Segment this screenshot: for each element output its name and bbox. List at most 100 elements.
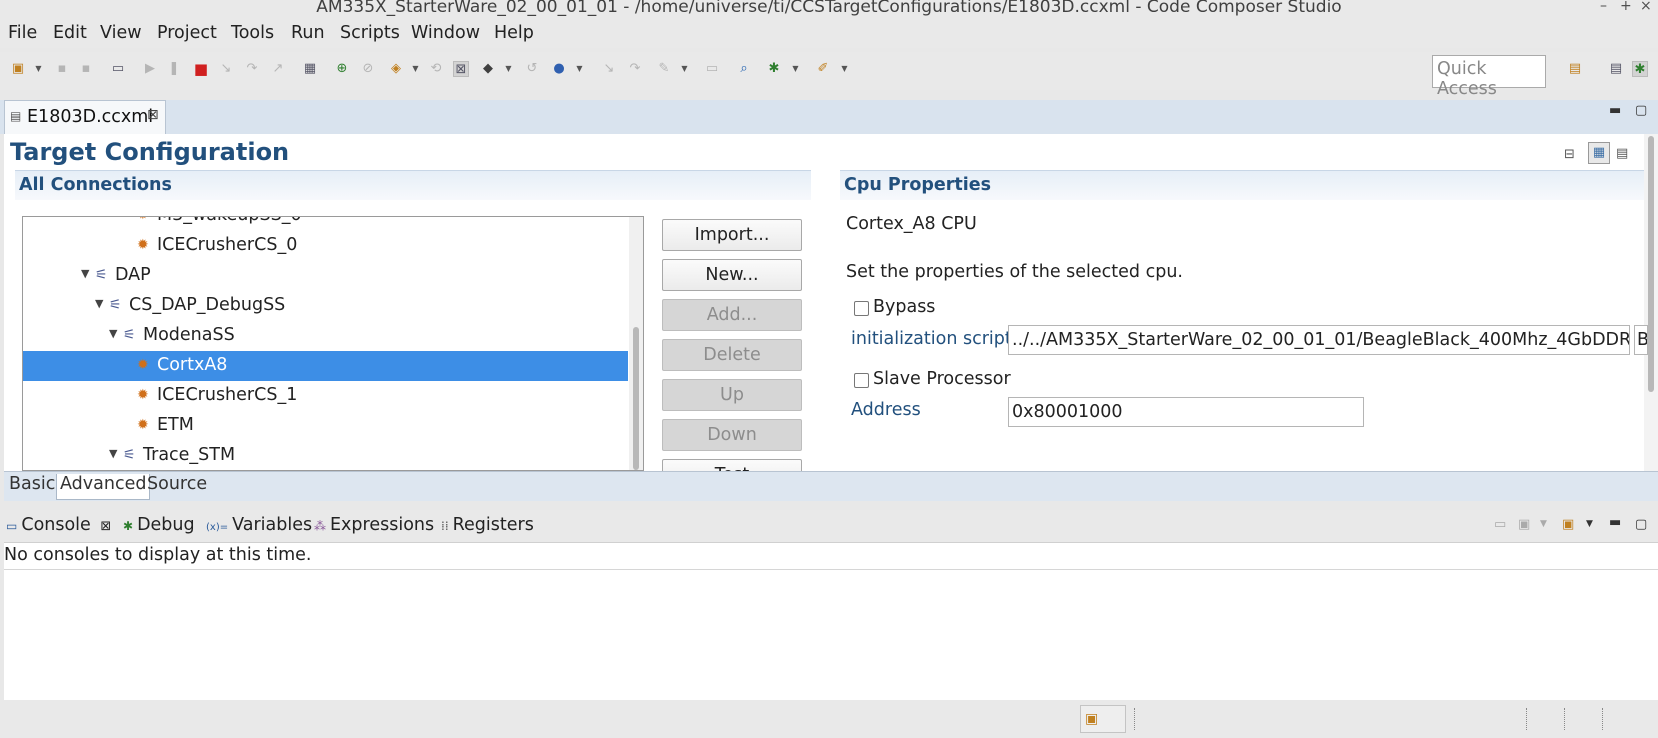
import-button[interactable]: Import...	[662, 219, 802, 251]
load-icon[interactable]: ◈	[388, 61, 404, 77]
save-icon[interactable]: ▪	[54, 61, 70, 77]
assembly-step-icon[interactable]: ↘	[601, 61, 617, 77]
connections-tree[interactable]: ✹ M3_wakeupSS_0 ✹ ICECrusherCS_0 ▼ ⚟ DAP…	[22, 216, 644, 471]
tree-item-etm[interactable]: ✹ ETM	[23, 411, 628, 441]
menu-edit[interactable]: Edit	[53, 23, 87, 43]
tab-e1803d-ccxml[interactable]: ▤ E1803D.ccxml ⊠	[4, 100, 166, 134]
expand-toggle-icon[interactable]: ▼	[109, 327, 117, 340]
tree-scrollbar[interactable]	[629, 217, 643, 470]
chevron-down-icon[interactable]: ▼	[411, 61, 420, 77]
tree-item-cortxa8[interactable]: ✹ CortxA8	[23, 351, 628, 381]
add-button[interactable]: Add...	[662, 299, 802, 331]
editor-scrollbar[interactable]	[1644, 134, 1658, 471]
connect-icon[interactable]: ⊕	[334, 61, 350, 77]
menu-tools[interactable]: Tools	[231, 23, 274, 43]
menu-file[interactable]: File	[8, 23, 37, 43]
open-console-icon[interactable]: ▣	[1562, 517, 1574, 532]
chip-icon[interactable]: ◆	[480, 61, 496, 77]
menu-view[interactable]: View	[100, 23, 142, 43]
tab-advanced[interactable]: Advanced	[56, 474, 151, 500]
tree-item-m3-wakeupss-0[interactable]: ✹ M3_wakeupSS_0	[23, 217, 628, 231]
tab-basic[interactable]: Basic	[6, 474, 58, 500]
initialization-script-field[interactable]: ../../AM335X_StarterWare_02_00_01_01/Bea…	[1008, 325, 1630, 355]
tab-debug[interactable]: ✱ Debug	[123, 515, 195, 535]
debug-perspective-icon[interactable]: ✱	[1632, 61, 1648, 77]
display-console-icon[interactable]: ▣	[1518, 517, 1530, 532]
chevron-down-icon[interactable]: ▼	[680, 61, 689, 77]
new-button[interactable]: New...	[662, 259, 802, 291]
tool-icon[interactable]: ✎	[656, 61, 672, 77]
maximize-editor-icon[interactable]: ▢	[1635, 103, 1647, 118]
down-button[interactable]: Down	[662, 419, 802, 451]
maximize-button[interactable]: +	[1620, 0, 1632, 14]
close-window-button[interactable]: ×	[1640, 0, 1652, 14]
resume-icon[interactable]: ▶	[142, 61, 158, 77]
horizontal-layout-icon[interactable]: ▦	[1588, 142, 1610, 164]
search-icon[interactable]: ⌕	[736, 61, 752, 77]
close-icon[interactable]: ⊠	[100, 519, 111, 534]
terminal-icon[interactable]: ▭	[110, 61, 126, 77]
scroll-thumb[interactable]	[1648, 136, 1654, 392]
assembly-over-icon[interactable]: ↷	[627, 61, 643, 77]
open-perspective-icon[interactable]: ▣	[1080, 705, 1126, 733]
close-icon[interactable]: ⊠	[147, 107, 159, 123]
test-connection-button[interactable]: Test Connection	[662, 459, 802, 471]
tab-console[interactable]: ▭ Console ⊠	[6, 515, 111, 535]
open-perspective-icon[interactable]: ▤	[1567, 61, 1583, 77]
save-all-icon[interactable]: ▪	[78, 61, 94, 77]
bypass-checkbox[interactable]	[854, 301, 869, 316]
slave-processor-checkbox[interactable]	[854, 373, 869, 388]
flash-icon[interactable]: ●	[551, 61, 567, 77]
chevron-down-icon[interactable]: ▼	[840, 61, 849, 77]
tab-variables[interactable]: (x)= Variables	[206, 515, 312, 535]
chevron-down-icon[interactable]: ▼	[34, 61, 43, 77]
browse-button[interactable]: B	[1634, 325, 1648, 355]
pin-console-icon[interactable]: ▭	[1494, 517, 1506, 532]
step-return-icon[interactable]: ↗	[270, 61, 286, 77]
expand-toggle-icon[interactable]: ▼	[109, 447, 117, 460]
initialization-script-label[interactable]: initialization script	[851, 329, 1012, 349]
maximize-view-icon[interactable]: ▢	[1635, 517, 1647, 532]
memory-icon[interactable]: ▦	[302, 61, 318, 77]
scroll-thumb[interactable]	[633, 327, 639, 470]
step-over-icon[interactable]: ↷	[244, 61, 260, 77]
collapse-icon[interactable]: ⊟	[1564, 147, 1575, 162]
tree-item-icecrushercs-1[interactable]: ✹ ICECrusherCS_1	[23, 381, 628, 411]
address-field[interactable]: 0x80001000	[1008, 397, 1364, 427]
tree-item-icecrushercs-0[interactable]: ✹ ICECrusherCS_0	[23, 231, 628, 261]
minimize-button[interactable]: –	[1600, 0, 1607, 14]
menu-scripts[interactable]: Scripts	[340, 23, 400, 43]
chevron-down-icon[interactable]: ▼	[791, 61, 800, 77]
minimize-editor-icon[interactable]: ▬	[1609, 103, 1621, 118]
restart-icon[interactable]: ↺	[524, 61, 540, 77]
minimize-view-icon[interactable]: ▬	[1609, 515, 1621, 530]
expand-toggle-icon[interactable]: ▼	[81, 267, 89, 280]
vertical-layout-icon[interactable]: ▤	[1616, 146, 1628, 161]
link-icon[interactable]: ⊘	[360, 61, 376, 77]
new-icon[interactable]: ▣	[10, 61, 26, 77]
tab-registers[interactable]: ⁞⁞ Registers	[441, 515, 534, 535]
menu-help[interactable]: Help	[494, 23, 534, 43]
menu-window[interactable]: Window	[411, 23, 480, 43]
reset-icon[interactable]: ⟲	[428, 61, 444, 77]
debug-mode-icon[interactable]: ⊠	[453, 61, 469, 77]
menu-run[interactable]: Run	[291, 23, 325, 43]
wrench-icon[interactable]: ✐	[815, 61, 831, 77]
suspend-icon[interactable]: ❚	[166, 61, 182, 77]
chevron-down-icon[interactable]: ▼	[575, 61, 584, 77]
chevron-down-icon[interactable]: ▼	[1540, 519, 1547, 529]
expand-toggle-icon[interactable]: ▼	[95, 297, 103, 310]
up-button[interactable]: Up	[662, 379, 802, 411]
tree-item-trace-stm[interactable]: ▼ ⚟ Trace_STM	[23, 441, 628, 470]
tab-expressions[interactable]: ⁂ Expressions	[314, 515, 434, 535]
tab-source[interactable]: Source	[144, 474, 210, 500]
tree-item-dap[interactable]: ▼ ⚟ DAP	[23, 261, 628, 291]
chevron-down-icon[interactable]: ▼	[1586, 519, 1593, 529]
delete-button[interactable]: Delete	[662, 339, 802, 371]
console-view-icon[interactable]: ▭	[704, 61, 720, 77]
edit-perspective-icon[interactable]: ▤	[1608, 61, 1624, 77]
chevron-down-icon[interactable]: ▼	[504, 61, 513, 77]
tree-item-modenass[interactable]: ▼ ⚟ ModenaSS	[23, 321, 628, 351]
bug-icon[interactable]: ✱	[766, 61, 782, 77]
terminate-icon[interactable]: ■	[193, 61, 209, 77]
